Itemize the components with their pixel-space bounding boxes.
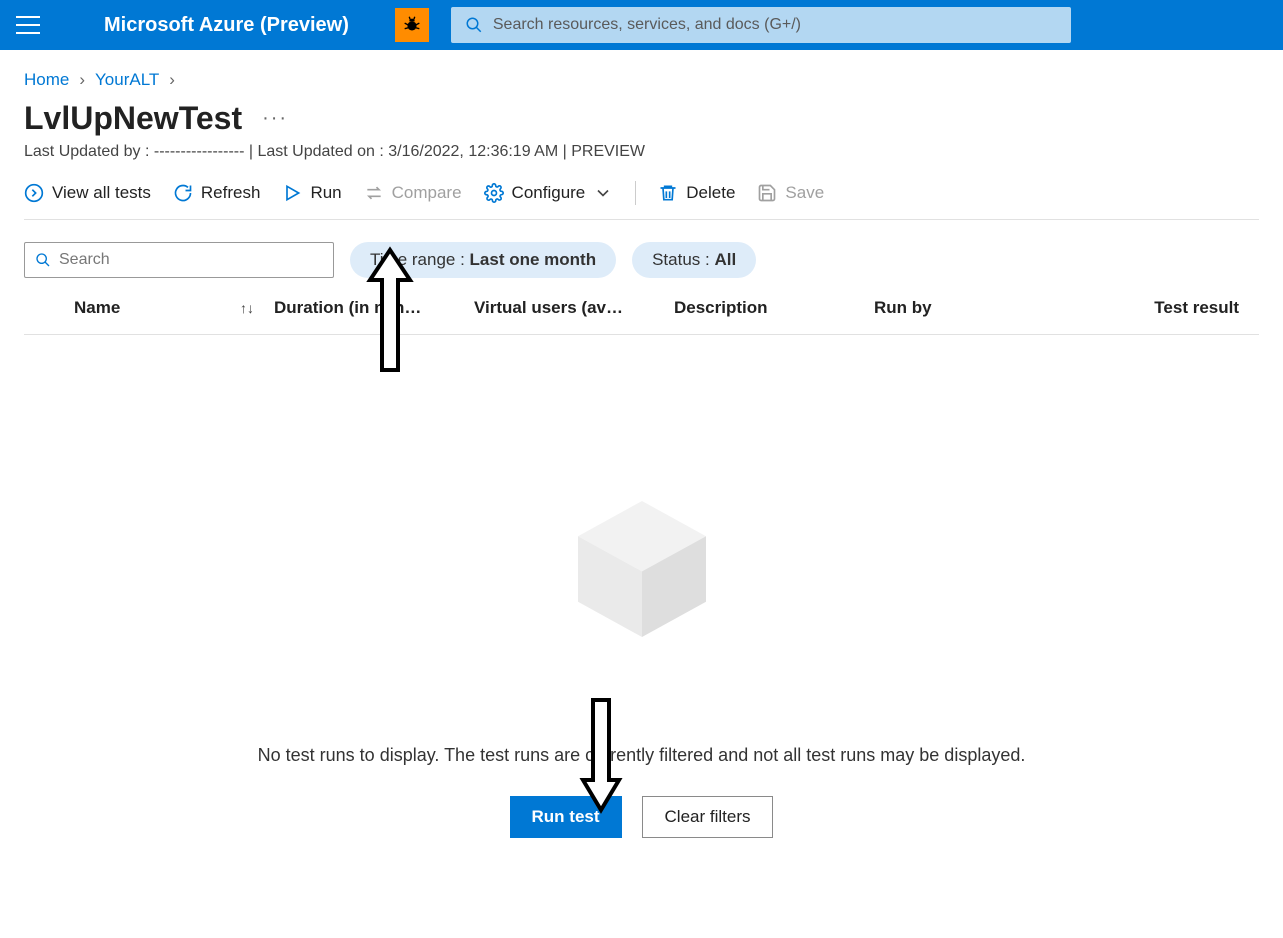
- page-title: LvlUpNewTest: [24, 100, 242, 137]
- column-run-by[interactable]: Run by: [874, 298, 1074, 318]
- more-options-icon[interactable]: ···: [262, 107, 288, 130]
- chevron-down-icon: [593, 183, 613, 203]
- delete-label: Delete: [686, 183, 735, 203]
- column-virtual-users[interactable]: Virtual users (av…: [474, 298, 674, 318]
- view-all-tests-label: View all tests: [52, 183, 151, 203]
- column-test-result[interactable]: Test result: [1074, 298, 1259, 318]
- chevron-right-icon: ›: [79, 70, 85, 90]
- refresh-button[interactable]: Refresh: [173, 183, 261, 203]
- run-test-button[interactable]: Run test: [510, 796, 622, 838]
- column-name[interactable]: Name ↑↓: [74, 298, 274, 318]
- hamburger-menu[interactable]: [16, 16, 40, 34]
- breadcrumb-home[interactable]: Home: [24, 70, 69, 90]
- empty-buttons: Run test Clear filters: [510, 796, 774, 838]
- save-button: Save: [757, 183, 824, 203]
- page-subtitle: Last Updated by : ----------------- | La…: [24, 143, 1259, 161]
- trash-icon: [658, 183, 678, 203]
- toolbar-divider: [635, 181, 636, 205]
- refresh-icon: [173, 183, 193, 203]
- chevron-right-icon: ›: [169, 70, 175, 90]
- search-icon: [465, 16, 483, 34]
- content-area: Home › YourALT › LvlUpNewTest ··· Last U…: [0, 50, 1283, 858]
- refresh-label: Refresh: [201, 183, 261, 203]
- run-button[interactable]: Run: [282, 183, 341, 203]
- search-icon: [35, 252, 51, 268]
- save-icon: [757, 183, 777, 203]
- run-label: Run: [310, 183, 341, 203]
- view-all-tests-button[interactable]: View all tests: [24, 183, 151, 203]
- column-duration[interactable]: Duration (in min…: [274, 298, 474, 318]
- top-bar: Microsoft Azure (Preview): [0, 0, 1283, 50]
- filter-row: Time range : Last one month Status : All: [24, 242, 1259, 278]
- status-filter[interactable]: Status : All: [632, 242, 756, 278]
- bug-icon[interactable]: [395, 8, 429, 42]
- empty-cube-icon: [562, 485, 722, 645]
- search-filter-input[interactable]: [59, 251, 323, 269]
- play-icon: [282, 183, 302, 203]
- global-search-input[interactable]: [493, 16, 1057, 34]
- configure-button[interactable]: Configure: [484, 183, 614, 203]
- delete-button[interactable]: Delete: [658, 183, 735, 203]
- brand-title: Microsoft Azure (Preview): [104, 14, 349, 37]
- column-description[interactable]: Description: [674, 298, 874, 318]
- gear-icon: [484, 183, 504, 203]
- arrow-right-circle-icon: [24, 183, 44, 203]
- breadcrumb-resource[interactable]: YourALT: [95, 70, 159, 90]
- toolbar: View all tests Refresh Run Compare: [24, 181, 1259, 220]
- table-header: Name ↑↓ Duration (in min… Virtual users …: [24, 278, 1259, 335]
- sort-icon: ↑↓: [240, 300, 254, 316]
- title-row: LvlUpNewTest ···: [24, 100, 1259, 137]
- compare-label: Compare: [392, 183, 462, 203]
- compare-button: Compare: [364, 183, 462, 203]
- clear-filters-button[interactable]: Clear filters: [642, 796, 774, 838]
- configure-label: Configure: [512, 183, 586, 203]
- search-filter[interactable]: [24, 242, 334, 278]
- empty-state: No test runs to display. The test runs a…: [24, 485, 1259, 838]
- save-label: Save: [785, 183, 824, 203]
- time-range-filter[interactable]: Time range : Last one month: [350, 242, 616, 278]
- breadcrumb: Home › YourALT ›: [24, 70, 1259, 90]
- global-search[interactable]: [451, 7, 1071, 43]
- compare-icon: [364, 183, 384, 203]
- empty-message: No test runs to display. The test runs a…: [258, 745, 1026, 766]
